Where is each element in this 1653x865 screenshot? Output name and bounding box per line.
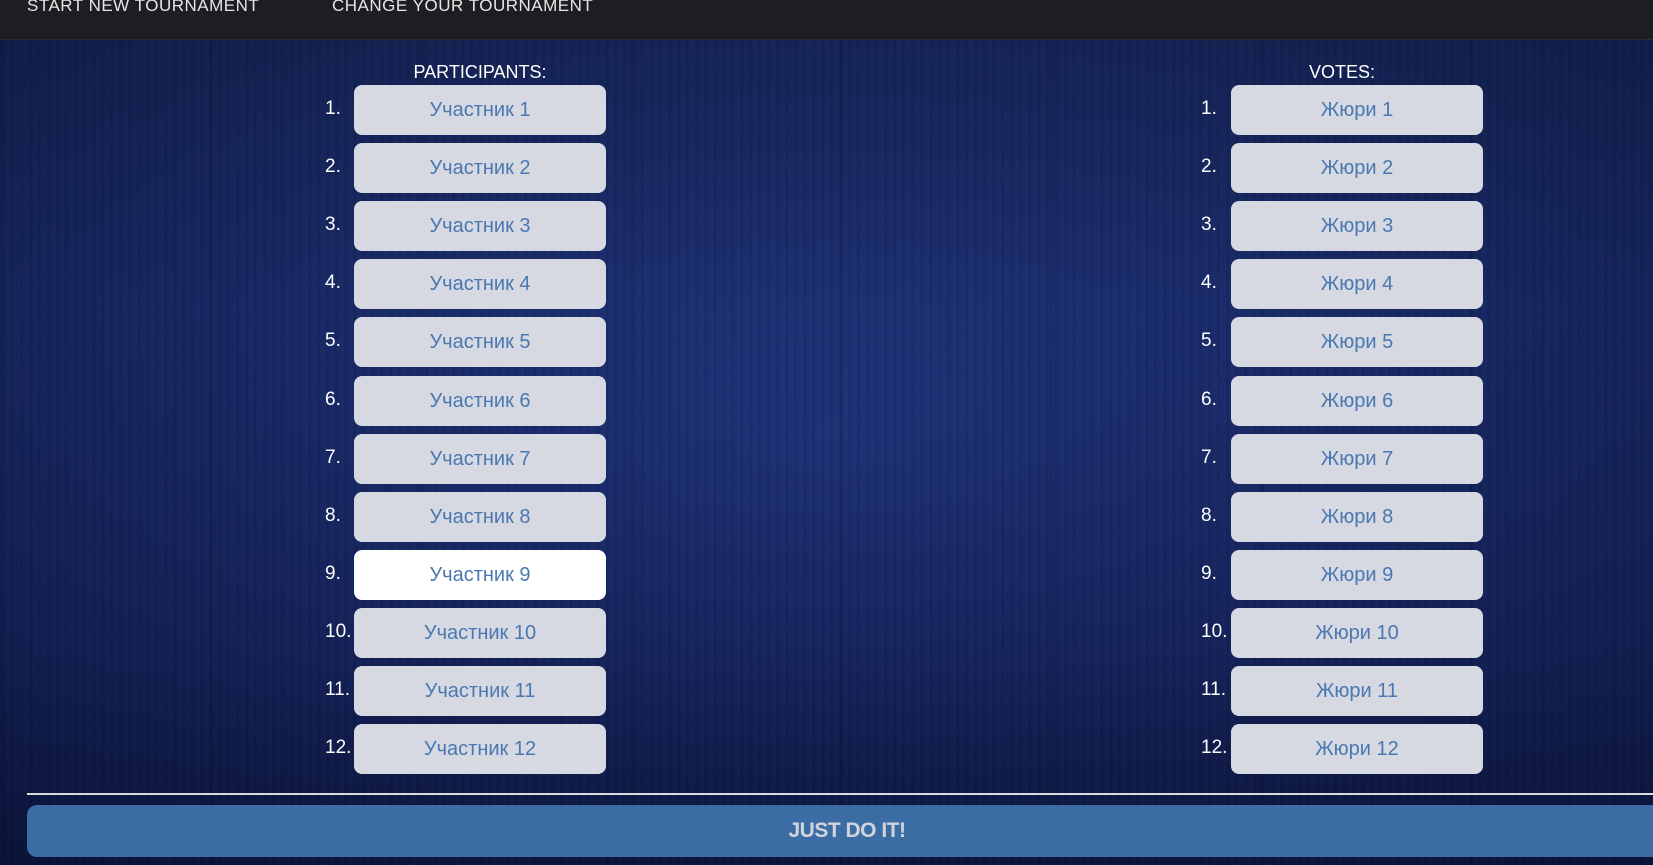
- jury-button[interactable]: Жюри 8: [1231, 492, 1483, 542]
- jury-button[interactable]: Жюри 11: [1231, 666, 1483, 716]
- participant-button[interactable]: Участник 11: [354, 666, 606, 716]
- start-new-tournament-link[interactable]: START NEW TOURNAMENT: [27, 0, 259, 16]
- jury-button[interactable]: Жюри 5: [1231, 317, 1483, 367]
- jury-button[interactable]: Жюри 10: [1231, 608, 1483, 658]
- jury-button[interactable]: Жюри 3: [1231, 201, 1483, 251]
- change-tournament-link[interactable]: CHANGE YOUR TOURNAMENT: [332, 0, 593, 16]
- participant-button[interactable]: Участник 8: [354, 492, 606, 542]
- participant-button[interactable]: Участник 4: [354, 259, 606, 309]
- participant-button[interactable]: Участник 2: [354, 143, 606, 193]
- participant-button[interactable]: Участник 10: [354, 608, 606, 658]
- votes-header: VOTES:: [1308, 62, 1375, 82]
- participant-button[interactable]: Участник 6: [354, 376, 606, 426]
- jury-button[interactable]: Жюри 2: [1231, 143, 1483, 193]
- participant-button[interactable]: Участник 3: [354, 201, 606, 251]
- jury-button[interactable]: Жюри 9: [1231, 550, 1483, 600]
- just-do-it-button[interactable]: JUST DO IT!: [27, 805, 1653, 857]
- top-nav-bar: START NEW TOURNAMENT CHANGE YOUR TOURNAM…: [0, 0, 1653, 40]
- divider: [27, 793, 1653, 795]
- participant-button[interactable]: Участник 9: [354, 550, 606, 600]
- participants-header: PARTICIPANTS:: [413, 62, 547, 82]
- jury-button[interactable]: Жюри 1: [1231, 85, 1483, 135]
- participant-button[interactable]: Участник 12: [354, 724, 606, 774]
- jury-button[interactable]: Жюри 12: [1231, 724, 1483, 774]
- participant-button[interactable]: Участник 1: [354, 85, 606, 135]
- participant-button[interactable]: Участник 5: [354, 317, 606, 367]
- jury-button[interactable]: Жюри 6: [1231, 376, 1483, 426]
- participant-button[interactable]: Участник 7: [354, 434, 606, 484]
- jury-button[interactable]: Жюри 4: [1231, 259, 1483, 309]
- jury-button[interactable]: Жюри 7: [1231, 434, 1483, 484]
